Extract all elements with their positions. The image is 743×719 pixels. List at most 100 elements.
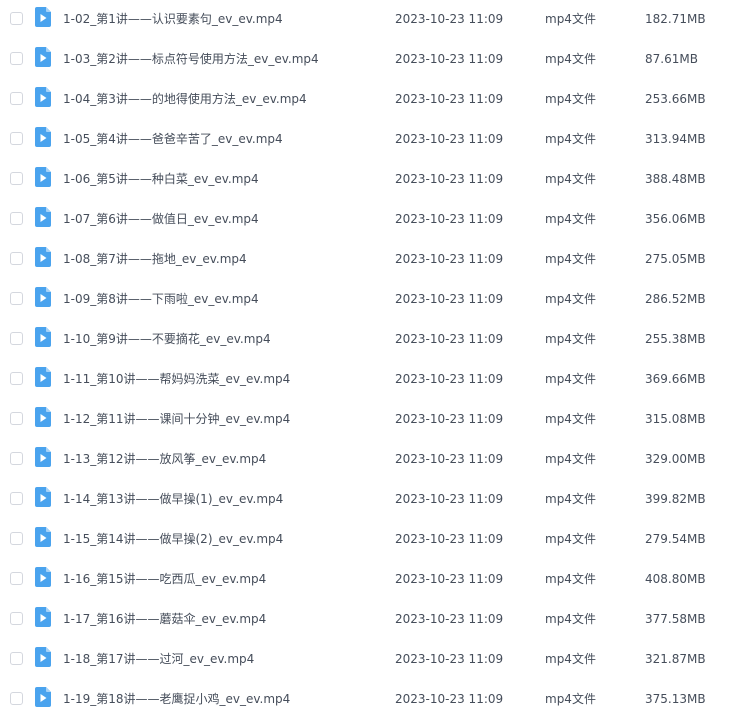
- file-row[interactable]: 1-15_第14讲——做早操(2)_ev_ev.mp4 2023-10-23 1…: [0, 519, 743, 559]
- row-checkbox[interactable]: [10, 132, 23, 145]
- file-name[interactable]: 1-04_第3讲——的地得使用方法_ev_ev.mp4: [63, 79, 307, 119]
- file-name[interactable]: 1-15_第14讲——做早操(2)_ev_ev.mp4: [63, 519, 283, 559]
- row-checkbox[interactable]: [10, 532, 23, 545]
- video-file-icon[interactable]: [35, 47, 51, 67]
- row-checkbox[interactable]: [10, 212, 23, 225]
- row-checkbox[interactable]: [10, 492, 23, 505]
- video-file-icon[interactable]: [35, 407, 51, 427]
- row-checkbox[interactable]: [10, 572, 23, 585]
- video-file-icon[interactable]: [35, 487, 51, 507]
- file-name[interactable]: 1-08_第7讲——拖地_ev_ev.mp4: [63, 239, 247, 279]
- file-size: 388.48MB: [645, 172, 706, 186]
- file-row[interactable]: 1-02_第1讲——认识要素句_ev_ev.mp4 2023-10-23 11:…: [0, 0, 743, 39]
- modified-date: 2023-10-23 11:09: [395, 372, 504, 386]
- row-checkbox[interactable]: [10, 692, 23, 705]
- video-file-icon[interactable]: [35, 447, 51, 467]
- file-row[interactable]: 1-11_第10讲——帮妈妈洗菜_ev_ev.mp4 2023-10-23 11…: [0, 359, 743, 399]
- file-size: 315.08MB: [645, 412, 706, 426]
- file-row[interactable]: 1-04_第3讲——的地得使用方法_ev_ev.mp4 2023-10-23 1…: [0, 79, 743, 119]
- row-checkbox[interactable]: [10, 612, 23, 625]
- row-checkbox[interactable]: [10, 332, 23, 345]
- row-checkbox[interactable]: [10, 652, 23, 665]
- file-row[interactable]: 1-16_第15讲——吃西瓜_ev_ev.mp4 2023-10-23 11:0…: [0, 559, 743, 599]
- file-size: 182.71MB: [645, 12, 706, 26]
- file-size: 321.87MB: [645, 652, 706, 666]
- file-name[interactable]: 1-05_第4讲——爸爸辛苦了_ev_ev.mp4: [63, 119, 283, 159]
- file-row[interactable]: 1-07_第6讲——做值日_ev_ev.mp4 2023-10-23 11:09…: [0, 199, 743, 239]
- file-name[interactable]: 1-17_第16讲——蘑菇伞_ev_ev.mp4: [63, 599, 266, 639]
- modified-date: 2023-10-23 11:09: [395, 492, 504, 506]
- file-row[interactable]: 1-19_第18讲——老鹰捉小鸡_ev_ev.mp4 2023-10-23 11…: [0, 679, 743, 719]
- file-name[interactable]: 1-10_第9讲——不要摘花_ev_ev.mp4: [63, 319, 271, 359]
- modified-date: 2023-10-23 11:09: [395, 532, 504, 546]
- file-name[interactable]: 1-03_第2讲——标点符号使用方法_ev_ev.mp4: [63, 39, 319, 79]
- file-size: 375.13MB: [645, 692, 706, 706]
- file-name[interactable]: 1-11_第10讲——帮妈妈洗菜_ev_ev.mp4: [63, 359, 290, 399]
- file-row[interactable]: 1-18_第17讲——过河_ev_ev.mp4 2023-10-23 11:09…: [0, 639, 743, 679]
- file-size: 286.52MB: [645, 292, 706, 306]
- file-name[interactable]: 1-09_第8讲——下雨啦_ev_ev.mp4: [63, 279, 259, 319]
- video-file-icon[interactable]: [35, 647, 51, 667]
- row-checkbox[interactable]: [10, 12, 23, 25]
- file-type: mp4文件: [545, 492, 596, 506]
- file-name[interactable]: 1-14_第13讲——做早操(1)_ev_ev.mp4: [63, 479, 283, 519]
- video-file-icon[interactable]: [35, 7, 51, 27]
- video-file-icon[interactable]: [35, 687, 51, 707]
- video-file-icon[interactable]: [35, 287, 51, 307]
- file-row[interactable]: 1-09_第8讲——下雨啦_ev_ev.mp4 2023-10-23 11:09…: [0, 279, 743, 319]
- file-name[interactable]: 1-19_第18讲——老鹰捉小鸡_ev_ev.mp4: [63, 679, 290, 719]
- file-row[interactable]: 1-10_第9讲——不要摘花_ev_ev.mp4 2023-10-23 11:0…: [0, 319, 743, 359]
- video-file-icon[interactable]: [35, 567, 51, 587]
- file-size: 313.94MB: [645, 132, 706, 146]
- file-size: 408.80MB: [645, 572, 706, 586]
- file-name[interactable]: 1-07_第6讲——做值日_ev_ev.mp4: [63, 199, 259, 239]
- file-name[interactable]: 1-16_第15讲——吃西瓜_ev_ev.mp4: [63, 559, 266, 599]
- video-file-icon[interactable]: [35, 247, 51, 267]
- video-file-icon[interactable]: [35, 87, 51, 107]
- file-name[interactable]: 1-02_第1讲——认识要素句_ev_ev.mp4: [63, 0, 283, 39]
- video-file-icon[interactable]: [35, 527, 51, 547]
- file-type: mp4文件: [545, 692, 596, 706]
- row-checkbox[interactable]: [10, 412, 23, 425]
- row-checkbox[interactable]: [10, 252, 23, 265]
- file-list: 1-02_第1讲——认识要素句_ev_ev.mp4 2023-10-23 11:…: [0, 0, 743, 719]
- modified-date: 2023-10-23 11:09: [395, 652, 504, 666]
- video-file-icon[interactable]: [35, 327, 51, 347]
- row-checkbox[interactable]: [10, 372, 23, 385]
- row-checkbox[interactable]: [10, 92, 23, 105]
- row-checkbox[interactable]: [10, 172, 23, 185]
- file-type: mp4文件: [545, 412, 596, 426]
- file-name[interactable]: 1-06_第5讲——种白菜_ev_ev.mp4: [63, 159, 259, 199]
- video-file-icon[interactable]: [35, 167, 51, 187]
- file-type: mp4文件: [545, 452, 596, 466]
- file-name[interactable]: 1-18_第17讲——过河_ev_ev.mp4: [63, 639, 254, 679]
- file-row[interactable]: 1-06_第5讲——种白菜_ev_ev.mp4 2023-10-23 11:09…: [0, 159, 743, 199]
- file-row[interactable]: 1-08_第7讲——拖地_ev_ev.mp4 2023-10-23 11:09 …: [0, 239, 743, 279]
- video-file-icon[interactable]: [35, 367, 51, 387]
- video-file-icon[interactable]: [35, 207, 51, 227]
- file-size: 377.58MB: [645, 612, 706, 626]
- video-file-icon[interactable]: [35, 127, 51, 147]
- file-type: mp4文件: [545, 532, 596, 546]
- file-name[interactable]: 1-13_第12讲——放风筝_ev_ev.mp4: [63, 439, 266, 479]
- modified-date: 2023-10-23 11:09: [395, 452, 504, 466]
- modified-date: 2023-10-23 11:09: [395, 252, 504, 266]
- file-row[interactable]: 1-13_第12讲——放风筝_ev_ev.mp4 2023-10-23 11:0…: [0, 439, 743, 479]
- file-type: mp4文件: [545, 652, 596, 666]
- row-checkbox[interactable]: [10, 52, 23, 65]
- file-size: 399.82MB: [645, 492, 706, 506]
- file-rows: 1-02_第1讲——认识要素句_ev_ev.mp4 2023-10-23 11:…: [0, 0, 743, 719]
- file-name[interactable]: 1-12_第11讲——课间十分钟_ev_ev.mp4: [63, 399, 290, 439]
- file-size: 87.61MB: [645, 52, 698, 66]
- file-type: mp4文件: [545, 12, 596, 26]
- row-checkbox[interactable]: [10, 452, 23, 465]
- file-row[interactable]: 1-17_第16讲——蘑菇伞_ev_ev.mp4 2023-10-23 11:0…: [0, 599, 743, 639]
- file-row[interactable]: 1-12_第11讲——课间十分钟_ev_ev.mp4 2023-10-23 11…: [0, 399, 743, 439]
- row-checkbox[interactable]: [10, 292, 23, 305]
- file-row[interactable]: 1-03_第2讲——标点符号使用方法_ev_ev.mp4 2023-10-23 …: [0, 39, 743, 79]
- file-row[interactable]: 1-05_第4讲——爸爸辛苦了_ev_ev.mp4 2023-10-23 11:…: [0, 119, 743, 159]
- file-size: 255.38MB: [645, 332, 706, 346]
- file-type: mp4文件: [545, 52, 596, 66]
- video-file-icon[interactable]: [35, 607, 51, 627]
- file-row[interactable]: 1-14_第13讲——做早操(1)_ev_ev.mp4 2023-10-23 1…: [0, 479, 743, 519]
